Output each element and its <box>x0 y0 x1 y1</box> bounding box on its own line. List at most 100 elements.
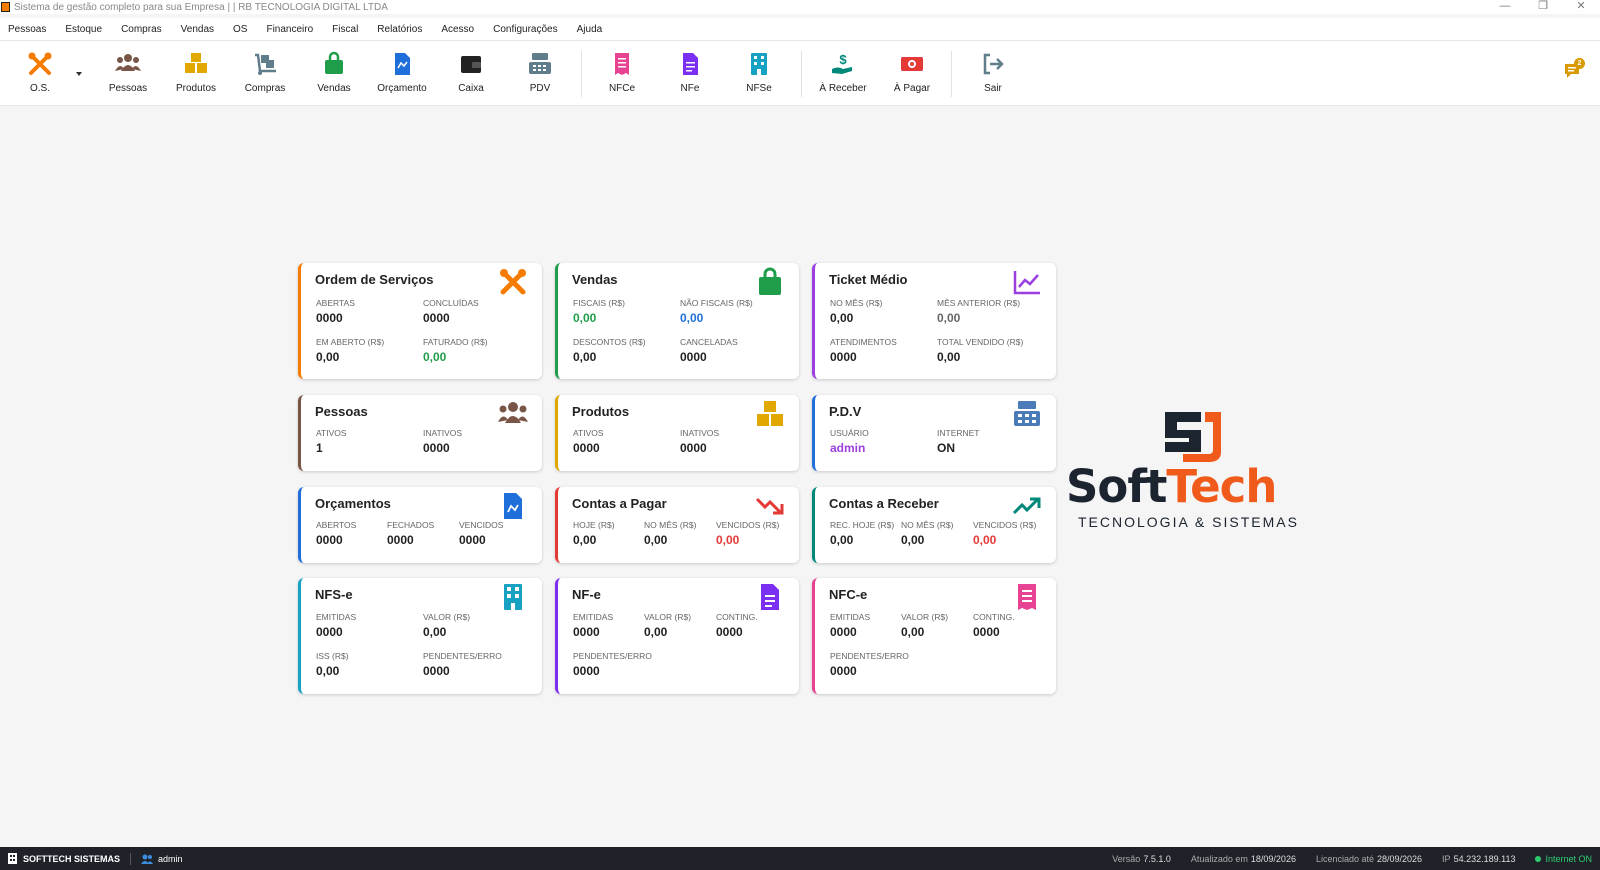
status-bar: SOFTTECH SISTEMAS admin Versão 7.5.1.0 At… <box>0 847 1600 870</box>
caixa-label: Caixa <box>458 83 484 94</box>
card-produtos[interactable]: Produtos ATIVOS 0000 INATIVOS 0000 <box>555 395 799 471</box>
field-abertos: ABERTOS 0000 <box>316 520 357 547</box>
card-title: Orçamentos <box>315 496 391 511</box>
pdv-label: PDV <box>529 83 551 94</box>
card-title: Produtos <box>572 404 630 419</box>
field-total-vendido: TOTAL VENDIDO (R$) 0,00 <box>937 337 1024 364</box>
file-chart-icon <box>504 493 522 519</box>
os-button[interactable]: O.S. <box>7 51 73 101</box>
menu-os[interactable]: OS <box>233 24 247 35</box>
orcamento-label: Orçamento <box>377 83 427 94</box>
card-pdv[interactable]: P.D.V USUÁRIO admin INTERNET ON <box>812 395 1056 471</box>
produtos-button[interactable]: Produtos <box>163 51 229 101</box>
logo-soft: Soft <box>1066 460 1167 513</box>
minimize-button[interactable]: — <box>1486 0 1524 14</box>
card-title: NF-e <box>572 587 601 602</box>
pagar-label: À Pagar <box>893 83 931 94</box>
shopping-bag-icon <box>759 267 781 295</box>
menu-ajuda[interactable]: Ajuda <box>577 24 603 35</box>
tools-icon <box>28 52 52 75</box>
nfce-button[interactable]: NFCe <box>589 51 655 101</box>
menu-compras[interactable]: Compras <box>121 24 162 35</box>
field-faturado: FATURADO (R$) 0,00 <box>423 337 488 364</box>
cash-register-icon <box>1014 401 1040 426</box>
shopping-bag-icon <box>325 51 343 74</box>
menu-pessoas[interactable]: Pessoas <box>8 24 46 35</box>
sign-out-icon <box>983 53 1004 75</box>
card-title: Contas a Pagar <box>572 496 667 511</box>
card-title: NFC-e <box>829 587 868 602</box>
pdv-button[interactable]: PDV <box>507 51 573 101</box>
field-fiscais: FISCAIS (R$) 0,00 <box>573 298 625 325</box>
menu-configuracoes[interactable]: Configurações <box>493 24 557 35</box>
users-icon <box>498 402 528 423</box>
window-controls: — ❐ ✕ <box>1486 0 1600 14</box>
pagar-button[interactable]: À Pagar <box>879 51 945 101</box>
file-text-icon <box>761 584 779 610</box>
title-bar: Sistema de gestão completo para sua Empr… <box>0 0 1600 14</box>
nfce-label: NFCe <box>608 83 636 94</box>
menu-acesso[interactable]: Acesso <box>441 24 474 35</box>
field-usuario: USUÁRIO admin <box>830 428 869 455</box>
os-dropdown-caret[interactable] <box>76 72 82 76</box>
logo-tagline: TECNOLOGIA & SISTEMAS <box>1078 514 1299 530</box>
field-em-aberto: EM ABERTO (R$) 0,00 <box>316 337 385 364</box>
dolly-icon <box>255 53 276 75</box>
field-emitidas: EMITIDAS 0000 <box>830 612 871 639</box>
boxes-icon <box>185 53 207 73</box>
field-ativos: ATIVOS 0000 <box>573 428 604 455</box>
hand-holding-dollar-icon: $ <box>832 52 852 74</box>
card-nfce[interactable]: NFC-e EMITIDAS 0000 VALOR (R$) 0,00 CONT… <box>812 578 1056 694</box>
card-ordem-servicos[interactable]: Ordem de Serviços ABERTAS 0000 CONCLUÍDA… <box>298 263 542 379</box>
field-valor: VALOR (R$) 0,00 <box>901 612 949 639</box>
status-left: SOFTTECH SISTEMAS admin <box>0 852 183 865</box>
field-canceladas: CANCELADAS 0000 <box>680 337 738 364</box>
users-icon <box>115 54 141 71</box>
nfe-button[interactable]: NFe <box>657 51 723 101</box>
os-label: O.S. <box>29 83 50 94</box>
menu-estoque[interactable]: Estoque <box>65 24 102 35</box>
receber-button[interactable]: $ À Receber <box>810 51 876 101</box>
card-title: P.D.V <box>829 404 862 419</box>
cash-register-icon <box>529 53 551 74</box>
softtech-emblem-icon <box>1165 412 1221 462</box>
pessoas-button[interactable]: Pessoas <box>95 51 161 101</box>
field-abertas: ABERTAS 0000 <box>316 298 355 325</box>
field-vencidos: VENCIDOS 0000 <box>459 520 504 547</box>
toolbar-separator <box>801 51 802 97</box>
field-descontos: DESCONTOS (R$) 0,00 <box>573 337 646 364</box>
menu-financeiro[interactable]: Financeiro <box>266 24 313 35</box>
receber-label: À Receber <box>819 83 867 94</box>
field-emitidas: EMITIDAS 0000 <box>573 612 614 639</box>
trend-down-icon <box>755 497 784 515</box>
menu-fiscal[interactable]: Fiscal <box>332 24 358 35</box>
close-button[interactable]: ✕ <box>1562 0 1600 14</box>
card-title: Contas a Receber <box>829 496 939 511</box>
chart-line-icon <box>1013 271 1040 295</box>
compras-button[interactable]: Compras <box>232 51 298 101</box>
caixa-button[interactable]: Caixa <box>438 51 504 101</box>
card-orcamentos[interactable]: Orçamentos ABERTOS 0000 FECHADOS 0000 VE… <box>298 487 542 563</box>
card-title: Ticket Médio <box>829 272 908 287</box>
logo-tech: Tech <box>1166 460 1277 513</box>
card-contas-receber[interactable]: Contas a Receber REC. HOJE (R$) 0,00 NO … <box>812 487 1056 563</box>
restore-button[interactable]: ❐ <box>1524 0 1562 14</box>
status-separator <box>130 852 132 865</box>
field-valor: VALOR (R$) 0,00 <box>644 612 692 639</box>
card-nfse[interactable]: NFS-e EMITIDAS 0000 VALOR (R$) 0,00 ISS … <box>298 578 542 694</box>
nfse-button[interactable]: NFSe <box>726 51 792 101</box>
sair-button[interactable]: Sair <box>960 51 1026 101</box>
users-icon <box>141 854 154 864</box>
field-no-mes: NO MÊS (R$) 0,00 <box>830 298 883 325</box>
card-ticket-medio[interactable]: Ticket Médio NO MÊS (R$) 0,00 MÊS ANTERI… <box>812 263 1056 379</box>
card-pessoas[interactable]: Pessoas ATIVOS 1 INATIVOS 0000 <box>298 395 542 471</box>
card-nfe[interactable]: NF-e EMITIDAS 0000 VALOR (R$) 0,00 CONTI… <box>555 578 799 694</box>
menu-vendas[interactable]: Vendas <box>181 24 214 35</box>
menu-relatorios[interactable]: Relatórios <box>377 24 422 35</box>
card-vendas[interactable]: Vendas FISCAIS (R$) 0,00 NÃO FISCAIS (R$… <box>555 263 799 379</box>
card-contas-pagar[interactable]: Contas a Pagar HOJE (R$) 0,00 NO MÊS (R$… <box>555 487 799 563</box>
field-no-mes: NO MÊS (R$) 0,00 <box>644 520 697 547</box>
vendas-button[interactable]: Vendas <box>301 51 367 101</box>
orcamento-button[interactable]: Orçamento <box>369 51 435 101</box>
file-text-icon <box>683 53 698 75</box>
